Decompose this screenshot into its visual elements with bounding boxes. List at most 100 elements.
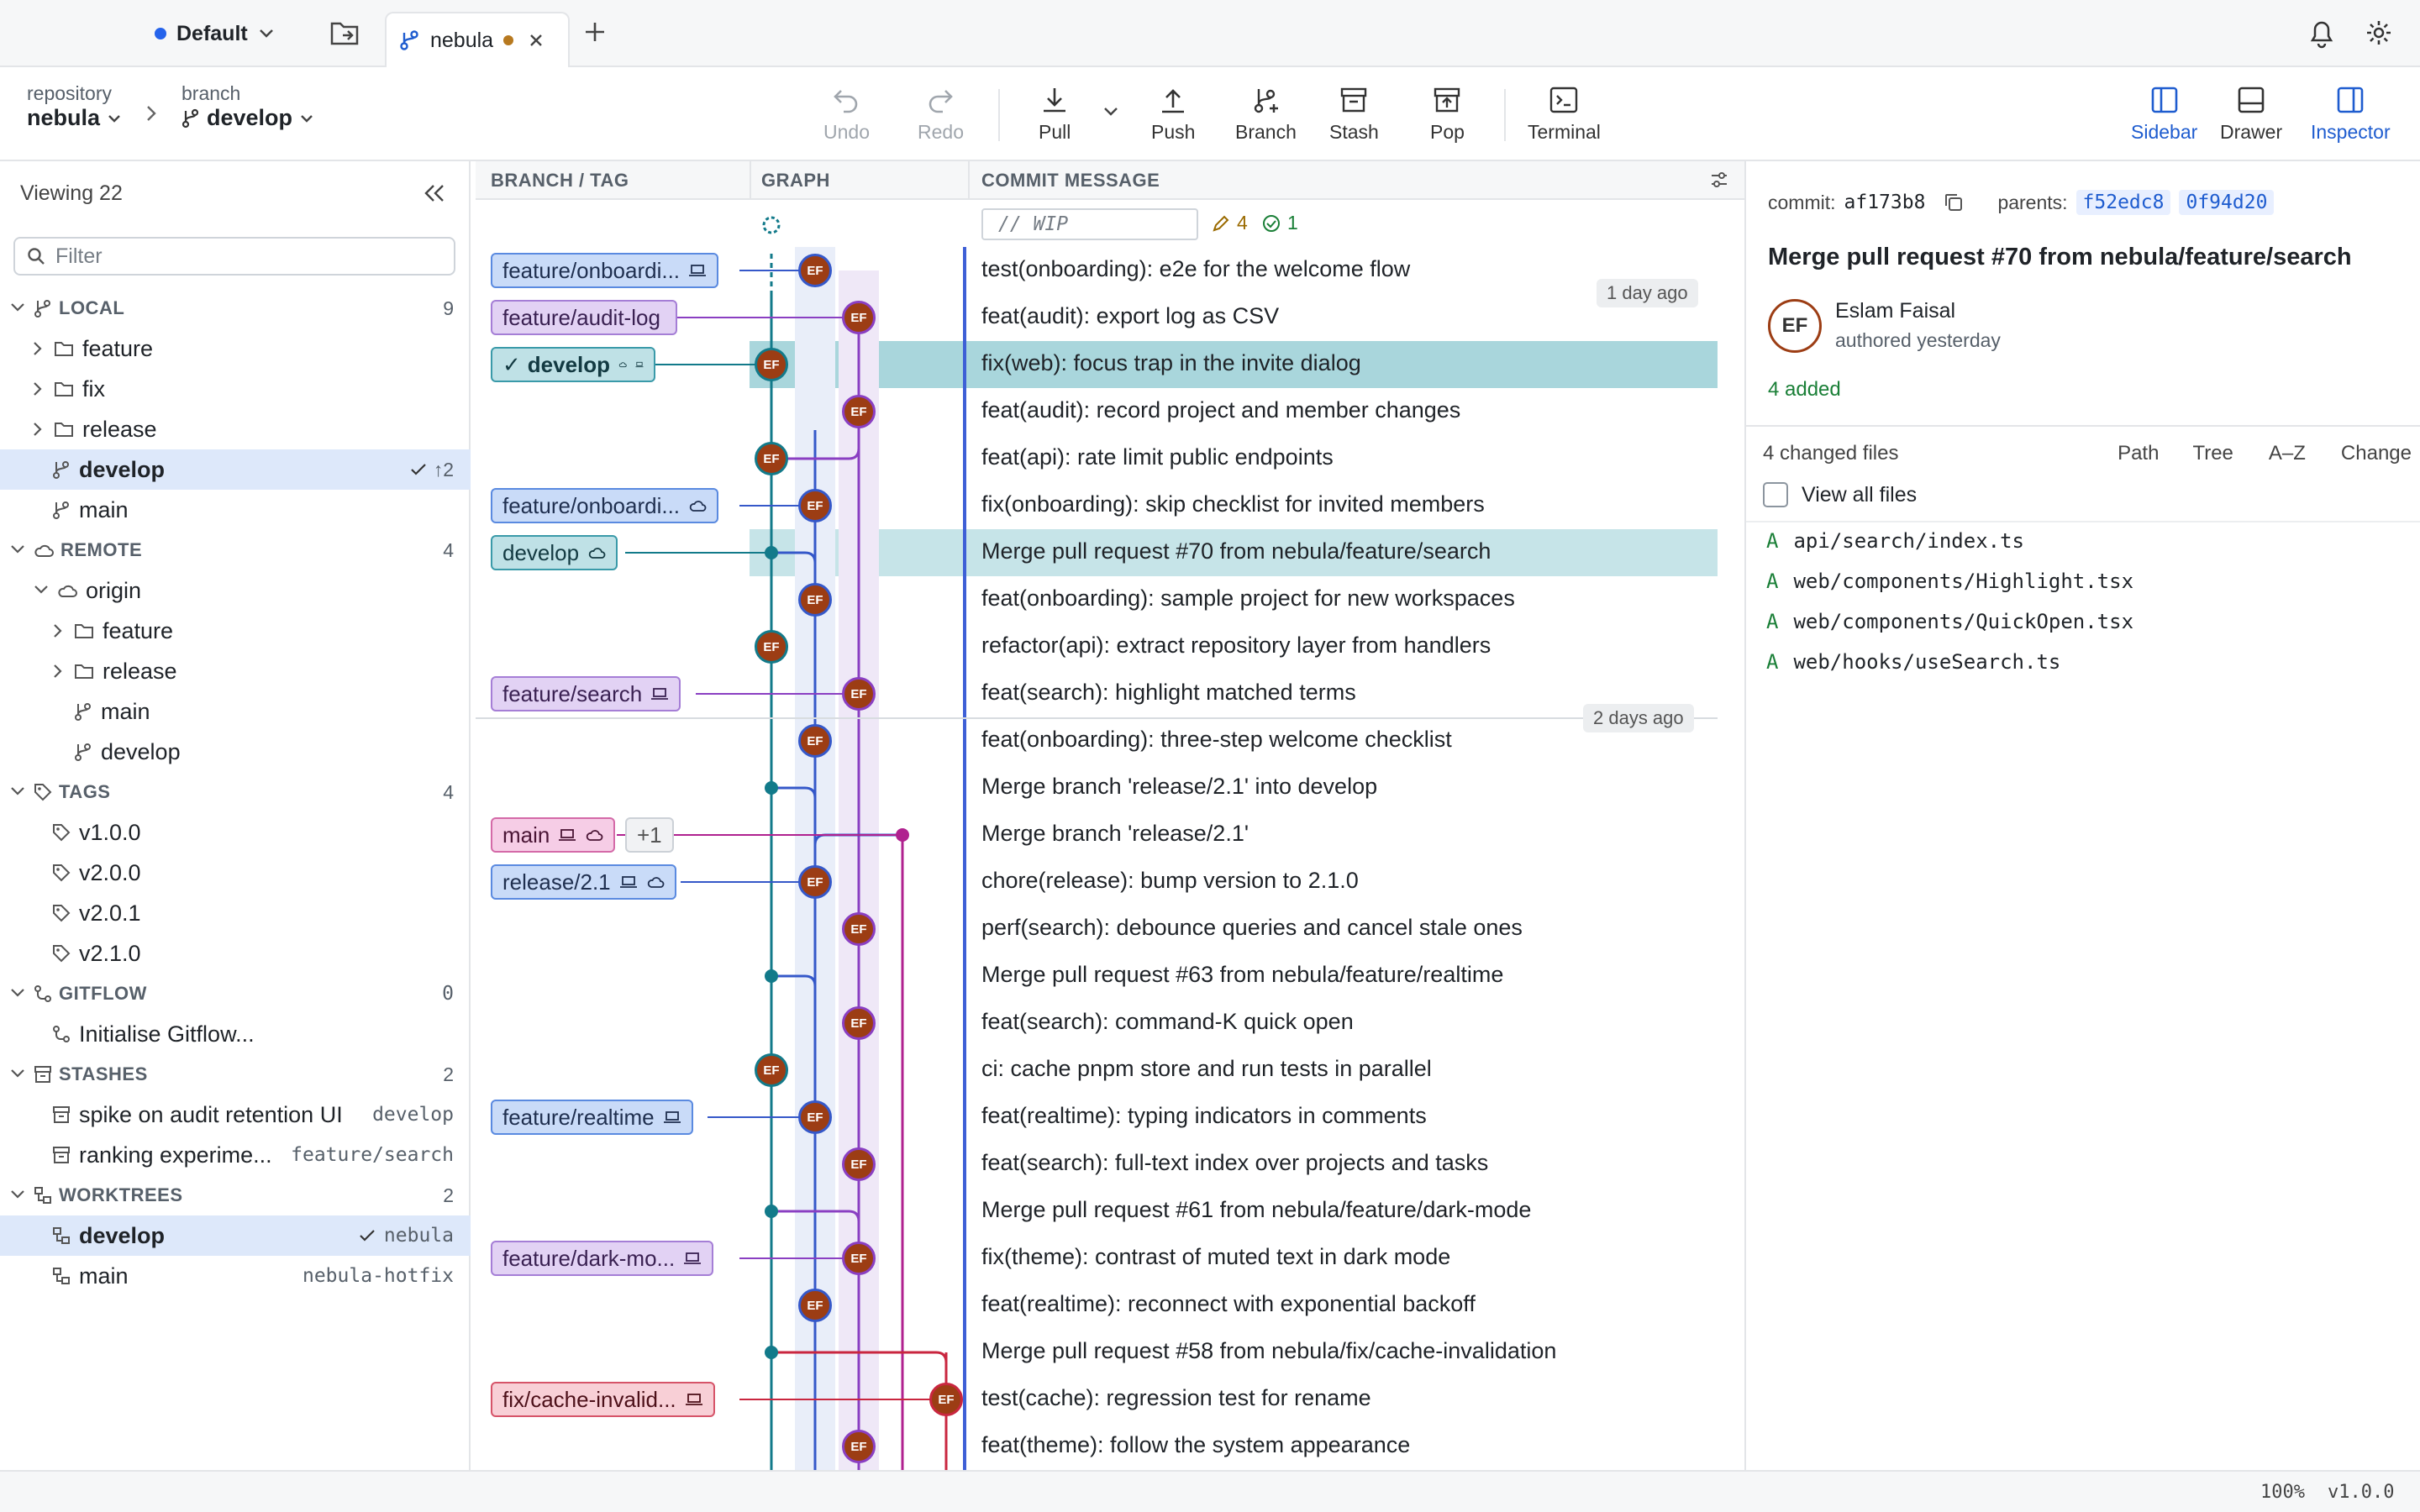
- commit-message[interactable]: feat(realtime): reconnect with exponenti…: [981, 1291, 1476, 1317]
- pop-button[interactable]: Pop: [1430, 86, 1465, 144]
- merge-commit-dot[interactable]: [765, 546, 778, 559]
- branch-ref-pill[interactable]: feature/realtime: [491, 1100, 693, 1135]
- view-all-files-toggle[interactable]: View all files: [1763, 482, 1917, 507]
- commit-message[interactable]: Merge branch 'release/2.1': [981, 821, 1249, 847]
- commit-message[interactable]: Merge pull request #58 from nebula/fix/c…: [981, 1338, 1556, 1364]
- commit-message[interactable]: test(cache): regression test for rename: [981, 1385, 1371, 1411]
- merge-commit-dot[interactable]: [765, 969, 778, 983]
- remote-branch-main[interactable]: main: [0, 691, 471, 732]
- merge-commit-dot[interactable]: [765, 781, 778, 795]
- commit-avatar[interactable]: EF: [842, 1430, 876, 1463]
- commit-message[interactable]: feat(onboarding): three-step welcome che…: [981, 727, 1452, 753]
- stash-item[interactable]: spike on audit retention UI develop: [0, 1095, 471, 1135]
- terminal-button[interactable]: Terminal: [1528, 86, 1601, 144]
- collapse-sidebar-button[interactable]: [424, 183, 445, 203]
- commit-message[interactable]: perf(search): debounce queries and cance…: [981, 915, 1523, 941]
- commit-message[interactable]: feat(search): highlight matched terms: [981, 680, 1356, 706]
- commit-message[interactable]: Merge pull request #70 from nebula/featu…: [981, 538, 1491, 564]
- repository-selector[interactable]: repository nebula: [27, 82, 122, 131]
- commit-message[interactable]: Merge pull request #61 from nebula/featu…: [981, 1197, 1531, 1223]
- extra-refs-badge[interactable]: +1: [625, 817, 674, 853]
- filter-input[interactable]: Filter: [13, 237, 455, 276]
- pull-button[interactable]: Pull: [1039, 86, 1071, 144]
- commit-avatar[interactable]: EF: [798, 489, 832, 522]
- sort-az-button[interactable]: A–Z: [2269, 442, 2306, 465]
- pull-options-button[interactable]: [1102, 106, 1119, 118]
- commit-avatar[interactable]: EF: [798, 254, 832, 287]
- branch-ref-pill[interactable]: feature/dark-mo...: [491, 1241, 714, 1276]
- section-local[interactable]: LOCAL 9: [0, 288, 471, 328]
- commit-avatar[interactable]: EF: [798, 1100, 832, 1134]
- commit-message[interactable]: fix(onboarding): skip checklist for invi…: [981, 491, 1485, 517]
- workspace-selector[interactable]: Default: [155, 17, 275, 50]
- merge-commit-dot[interactable]: [765, 1205, 778, 1218]
- remote-origin[interactable]: origin: [0, 570, 471, 611]
- redo-button[interactable]: Redo: [918, 86, 964, 144]
- commit-message[interactable]: feat(audit): record project and member c…: [981, 397, 1460, 423]
- commit-message[interactable]: feat(theme): follow the system appearanc…: [981, 1432, 1410, 1458]
- checkbox[interactable]: [1763, 482, 1788, 507]
- commit-message[interactable]: ci: cache pnpm store and run tests in pa…: [981, 1056, 1432, 1082]
- commit-message[interactable]: feat(audit): export log as CSV: [981, 303, 1279, 329]
- tab-nebula[interactable]: nebula: [385, 12, 570, 67]
- section-remote[interactable]: REMOTE 4: [0, 530, 471, 570]
- commit-avatar[interactable]: EF: [842, 677, 876, 711]
- commit-message[interactable]: test(onboarding): e2e for the welcome fl…: [981, 256, 1410, 282]
- worktree-item-main[interactable]: main nebula-hotfix: [0, 1256, 471, 1296]
- stash-item[interactable]: ranking experime... feature/search: [0, 1135, 471, 1175]
- notifications-button[interactable]: [2307, 18, 2336, 49]
- changed-file-row[interactable]: Aweb/components/QuickOpen.tsx: [1766, 610, 2133, 633]
- branch-ref-pill[interactable]: release/2.1: [491, 864, 676, 900]
- settings-button[interactable]: [2365, 18, 2393, 47]
- folder-feature[interactable]: feature: [0, 328, 471, 369]
- tag-item[interactable]: v2.0.1: [0, 893, 471, 933]
- new-tab-button[interactable]: [583, 20, 607, 44]
- worktree-item-develop[interactable]: develop nebula: [0, 1215, 471, 1256]
- section-tags[interactable]: TAGS 4: [0, 772, 471, 812]
- sort-path-button[interactable]: Path: [2118, 442, 2159, 465]
- branch-ref-pill[interactable]: main: [491, 817, 616, 853]
- branch-ref-pill[interactable]: feature/audit-log: [491, 300, 677, 335]
- sidebar-item-develop[interactable]: develop ↑2: [0, 449, 471, 490]
- commit-message[interactable]: feat(search): command-K quick open: [981, 1009, 1354, 1035]
- commit-message[interactable]: Merge pull request #63 from nebula/featu…: [981, 962, 1503, 988]
- initialise-gitflow-button[interactable]: Initialise Gitflow...: [0, 1014, 471, 1054]
- commit-avatar[interactable]: EF: [842, 1242, 876, 1275]
- commit-avatar[interactable]: EF: [798, 583, 832, 617]
- commit-avatar[interactable]: EF: [929, 1383, 963, 1416]
- branch-ref-pill[interactable]: feature/search: [491, 676, 681, 711]
- commit-message[interactable]: feat(search): full-text index over proje…: [981, 1150, 1488, 1176]
- merge-commit-dot[interactable]: [765, 1346, 778, 1359]
- commit-message[interactable]: fix(web): focus trap in the invite dialo…: [981, 350, 1361, 376]
- changed-file-row[interactable]: Aweb/components/Highlight.tsx: [1766, 570, 2133, 593]
- tag-item[interactable]: v2.1.0: [0, 933, 471, 974]
- commit-avatar[interactable]: EF: [755, 348, 788, 381]
- commit-avatar[interactable]: EF: [842, 1147, 876, 1181]
- commit-message[interactable]: Merge branch 'release/2.1' into develop: [981, 774, 1377, 800]
- commit-message[interactable]: fix(theme): contrast of muted text in da…: [981, 1244, 1450, 1270]
- branch-ref-pill[interactable]: develop: [491, 535, 618, 570]
- commit-avatar[interactable]: EF: [842, 1006, 876, 1040]
- commit-avatar[interactable]: EF: [798, 1289, 832, 1322]
- commit-message[interactable]: feat(api): rate limit public endpoints: [981, 444, 1334, 470]
- tag-item[interactable]: v1.0.0: [0, 812, 471, 853]
- commit-avatar[interactable]: EF: [798, 865, 832, 899]
- remote-folder-feature[interactable]: feature: [0, 611, 471, 651]
- changed-file-row[interactable]: Aapi/search/index.ts: [1766, 529, 2024, 553]
- section-worktrees[interactable]: WORKTREES 2: [0, 1175, 471, 1215]
- merge-commit-dot[interactable]: [896, 828, 909, 842]
- changed-file-row[interactable]: Aweb/hooks/useSearch.ts: [1766, 650, 2060, 674]
- undo-button[interactable]: Undo: [823, 86, 870, 144]
- sidebar-item-main[interactable]: main: [0, 490, 471, 530]
- sort-change-button[interactable]: Change: [2341, 442, 2412, 465]
- close-icon[interactable]: [529, 33, 544, 48]
- branch-button[interactable]: Branch: [1235, 86, 1297, 144]
- branch-ref-pill[interactable]: feature/onboardi...: [491, 253, 719, 288]
- branch-selector[interactable]: branch develop: [182, 82, 314, 131]
- folder-release[interactable]: release: [0, 409, 471, 449]
- remote-folder-release[interactable]: release: [0, 651, 471, 691]
- commit-avatar[interactable]: EF: [755, 442, 788, 475]
- section-gitflow[interactable]: GITFLOW 0: [0, 974, 471, 1014]
- commit-avatar[interactable]: EF: [842, 912, 876, 946]
- sort-tree-button[interactable]: Tree: [2192, 442, 2233, 465]
